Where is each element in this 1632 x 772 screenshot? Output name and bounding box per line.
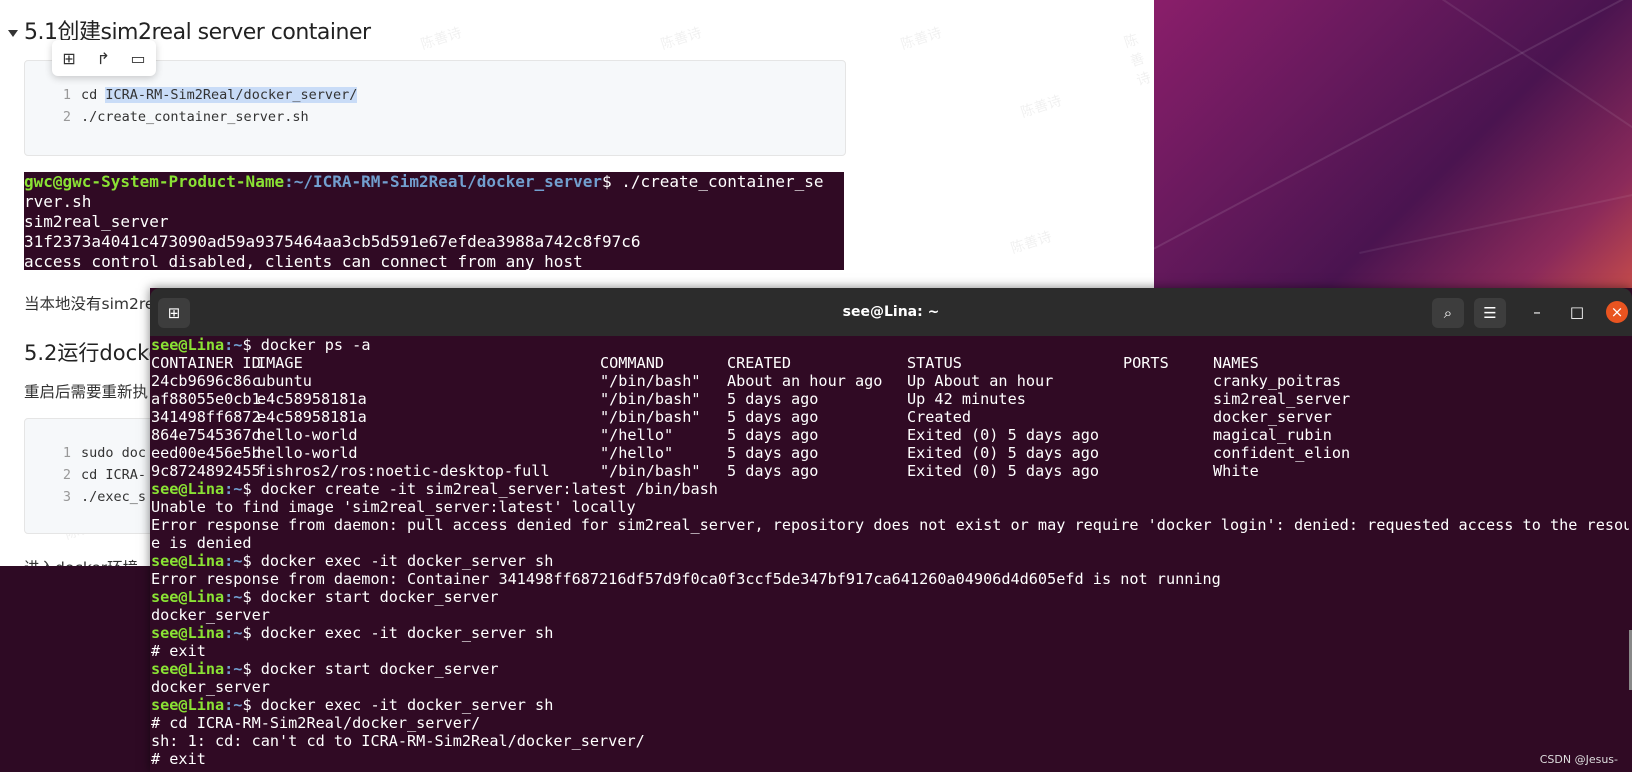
- minimize-icon: –: [1533, 303, 1541, 321]
- desktop-background: [0, 566, 150, 772]
- new-tab-icon: ⊞: [167, 304, 181, 322]
- table-row: af88055e0cb1 e4c58958181a "/bin/bash" 5 …: [151, 390, 1351, 408]
- table-row: 24cb9696c86c ubuntu "/bin/bash" About an…: [151, 372, 1342, 390]
- search-button[interactable]: ⌕: [1432, 298, 1464, 328]
- code-line: 1 cd ICRA-RM-Sim2Real/docker_server/: [62, 87, 358, 103]
- selected-text[interactable]: ICRA-RM-Sim2Real/docker_server/: [105, 87, 358, 103]
- table-row: eed00e456e5b hello-world "/hello" 5 days…: [151, 444, 1351, 462]
- share-icon[interactable]: ↱: [96, 49, 109, 68]
- new-tab-button[interactable]: ⊞: [158, 298, 190, 328]
- table-row: 341498ff6872 e4c58958181a "/bin/bash" 5 …: [151, 408, 1332, 426]
- minimize-button[interactable]: –: [1526, 301, 1548, 323]
- table-row: 9c8724892455 fishros2/ros:noetic-desktop…: [151, 462, 1259, 480]
- paragraph: 重启后需要重新执: [24, 383, 149, 401]
- watermark: 陈善诗: [1122, 31, 1153, 90]
- table-row: 864e7545367d hello-world "/hello" 5 days…: [151, 426, 1332, 444]
- terminal-window[interactable]: see@Lina: ~ ⊞ ⌕ ☰ – □ × see@Lina:~$ dock…: [150, 288, 1632, 772]
- terminal-screenshot-image: gwc@gwc-System-Product-Name:~/ICRA-RM-Si…: [24, 172, 844, 270]
- grid-icon[interactable]: ⊞: [62, 49, 75, 68]
- section-heading-5-2: 5.2运行docke: [24, 341, 162, 365]
- watermark: 陈善诗: [1018, 92, 1064, 122]
- paragraph: 当本地没有sim2re: [24, 295, 155, 313]
- menu-button[interactable]: ☰: [1474, 298, 1506, 328]
- watermark: 陈善诗: [418, 24, 464, 54]
- table-header: CONTAINER ID IMAGE COMMAND CREATED STATU…: [151, 354, 1259, 372]
- terminal-titlebar[interactable]: see@Lina: ~ ⊞ ⌕ ☰ – □ ×: [150, 288, 1632, 336]
- hamburger-menu-icon: ☰: [1483, 304, 1497, 322]
- close-icon: ×: [1610, 303, 1624, 321]
- terminal-output[interactable]: see@Lina:~$ docker ps -a CONTAINER ID IM…: [151, 336, 1629, 772]
- window-title: see@Lina: ~: [842, 304, 940, 320]
- desktop-wallpaper: [1154, 0, 1632, 290]
- code-line: 2 ./create_container_server.sh: [62, 109, 309, 125]
- watermark: 陈善诗: [898, 24, 944, 54]
- csdn-watermark: CSDN @Jesus-: [1539, 753, 1618, 766]
- paragraph: 进入docker环境: [24, 556, 138, 566]
- comment-icon[interactable]: ▭: [131, 49, 146, 68]
- close-button[interactable]: ×: [1606, 301, 1628, 323]
- watermark: 陈善诗: [1008, 228, 1054, 258]
- floating-toolbar: ⊞ ↱ ▭: [52, 40, 156, 76]
- collapse-caret-icon[interactable]: [8, 29, 18, 37]
- maximize-icon: □: [1569, 303, 1585, 321]
- search-icon: ⌕: [1443, 304, 1453, 322]
- watermark: 陈善诗: [658, 24, 704, 54]
- maximize-button[interactable]: □: [1566, 301, 1588, 323]
